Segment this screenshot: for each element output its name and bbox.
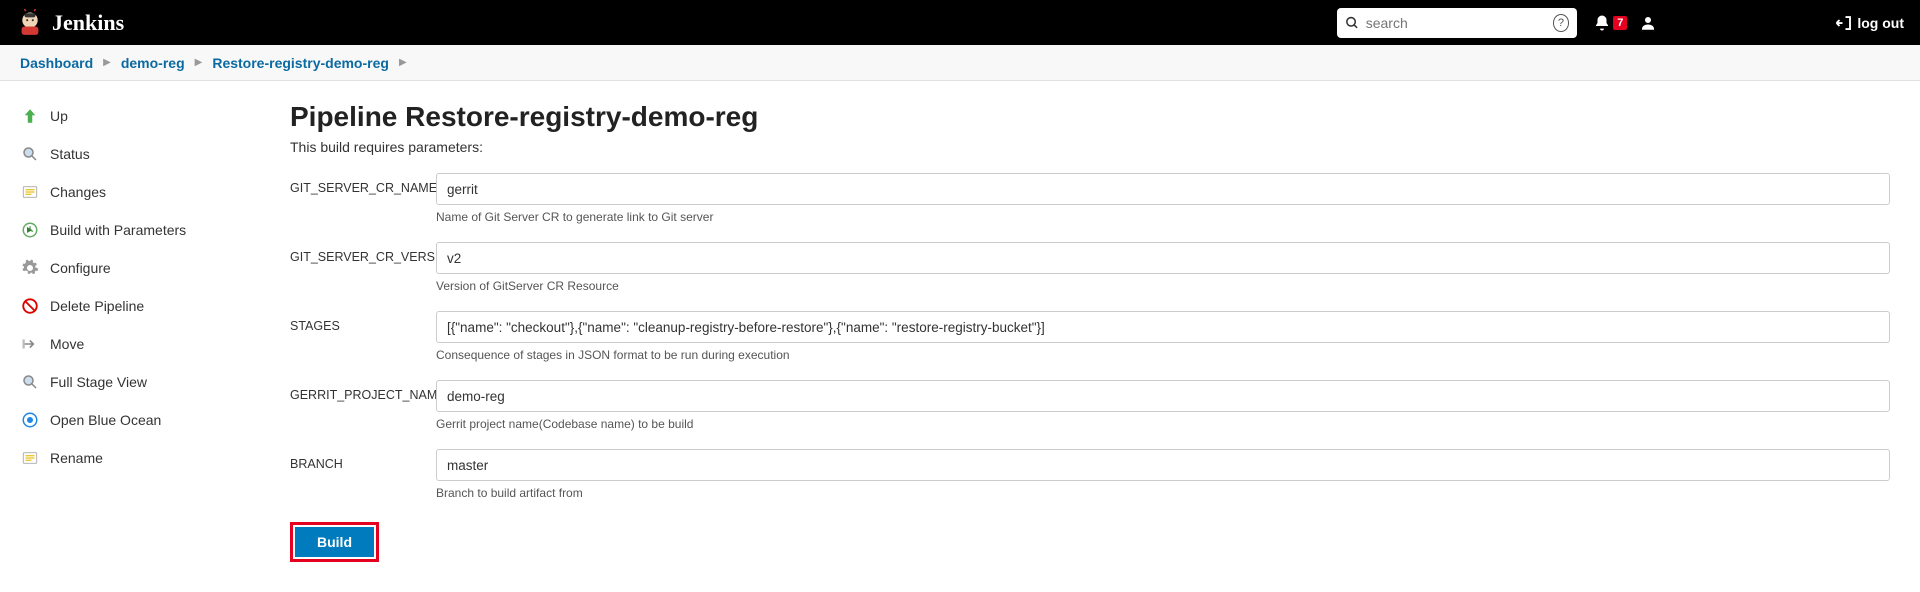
sidebar-item-label: Rename (50, 450, 103, 466)
breadcrumb-job[interactable]: Restore-registry-demo-reg (212, 55, 389, 71)
sidebar-item-move[interactable]: Move (0, 325, 280, 363)
sidebar: Up Status Changes Build with Parameters … (0, 81, 280, 592)
param-input-stages[interactable] (436, 311, 1890, 343)
notepad-icon (20, 448, 40, 468)
param-label: GERRIT_PROJECT_NAME (290, 380, 430, 402)
page-subtitle: This build requires parameters: (290, 139, 1890, 155)
search-icon (1345, 15, 1360, 31)
magnifier-icon (20, 144, 40, 164)
build-button[interactable]: Build (295, 527, 374, 557)
param-label: GIT_SERVER_CR_NAME (290, 173, 430, 195)
sidebar-item-label: Move (50, 336, 84, 352)
notifications-button[interactable]: 7 (1593, 14, 1627, 32)
param-help: Branch to build artifact from (436, 486, 1890, 500)
sidebar-item-label: Up (50, 108, 68, 124)
chevron-right-icon: ▶ (103, 57, 111, 68)
notepad-icon (20, 182, 40, 202)
chevron-right-icon: ▶ (399, 57, 407, 68)
param-label: GIT_SERVER_CR_VERSION (290, 242, 430, 264)
search-help-icon[interactable]: ? (1553, 14, 1570, 32)
sidebar-item-up[interactable]: Up (0, 97, 280, 135)
sidebar-item-label: Open Blue Ocean (50, 412, 161, 428)
sidebar-item-label: Status (50, 146, 90, 162)
param-help: Consequence of stages in JSON format to … (436, 348, 1890, 362)
breadcrumb-demo-reg[interactable]: demo-reg (121, 55, 185, 71)
sidebar-item-configure[interactable]: Configure (0, 249, 280, 287)
sidebar-item-build-with-params[interactable]: Build with Parameters (0, 211, 280, 249)
up-arrow-icon (20, 106, 40, 126)
person-icon (1639, 14, 1657, 32)
param-label: BRANCH (290, 449, 430, 471)
user-menu[interactable] (1639, 14, 1657, 32)
sidebar-item-label: Full Stage View (50, 374, 147, 390)
notifications-count: 7 (1613, 16, 1627, 30)
content: Pipeline Restore-registry-demo-reg This … (280, 81, 1920, 592)
clock-play-icon (20, 220, 40, 240)
gear-icon (20, 258, 40, 278)
sidebar-item-label: Configure (50, 260, 111, 276)
param-input-gerrit-project-name[interactable] (436, 380, 1890, 412)
prohibited-icon (20, 296, 40, 316)
jenkins-head-icon (16, 9, 44, 37)
breadcrumbs: Dashboard ▶ demo-reg ▶ Restore-registry-… (0, 45, 1920, 81)
build-button-highlight: Build (290, 522, 379, 562)
sidebar-item-full-stage-view[interactable]: Full Stage View (0, 363, 280, 401)
jenkins-logo[interactable]: Jenkins (16, 9, 124, 37)
top-header: Jenkins ? 7 log out (0, 0, 1920, 45)
sidebar-item-changes[interactable]: Changes (0, 173, 280, 211)
logout-icon (1835, 14, 1853, 32)
param-label: STAGES (290, 311, 430, 333)
sidebar-item-label: Build with Parameters (50, 222, 186, 238)
sidebar-item-open-blue-ocean[interactable]: Open Blue Ocean (0, 401, 280, 439)
chevron-right-icon: ▶ (195, 57, 203, 68)
logout-label: log out (1857, 15, 1904, 31)
parameters-form: GIT_SERVER_CR_NAME Name of Git Server CR… (290, 173, 1890, 500)
logout-button[interactable]: log out (1835, 14, 1904, 32)
param-help: Name of Git Server CR to generate link t… (436, 210, 1890, 224)
sidebar-item-label: Delete Pipeline (50, 298, 144, 314)
magnifier-icon (20, 372, 40, 392)
blue-ocean-icon (20, 410, 40, 430)
param-help: Version of GitServer CR Resource (436, 279, 1890, 293)
header-icons: 7 (1593, 11, 1819, 35)
search-input[interactable] (1366, 15, 1547, 31)
param-input-branch[interactable] (436, 449, 1890, 481)
breadcrumb-dashboard[interactable]: Dashboard (20, 55, 93, 71)
search-box[interactable]: ? (1337, 8, 1577, 38)
main-area: Up Status Changes Build with Parameters … (0, 81, 1920, 592)
param-help: Gerrit project name(Codebase name) to be… (436, 417, 1890, 431)
bell-icon (1593, 14, 1611, 32)
param-input-git-server-cr-version[interactable] (436, 242, 1890, 274)
page-title: Pipeline Restore-registry-demo-reg (290, 101, 1890, 133)
jenkins-wordmark: Jenkins (52, 10, 124, 36)
move-icon (20, 334, 40, 354)
sidebar-item-label: Changes (50, 184, 106, 200)
sidebar-item-status[interactable]: Status (0, 135, 280, 173)
sidebar-item-rename[interactable]: Rename (0, 439, 280, 477)
user-name-redacted (1669, 11, 1819, 35)
param-input-git-server-cr-name[interactable] (436, 173, 1890, 205)
sidebar-item-delete-pipeline[interactable]: Delete Pipeline (0, 287, 280, 325)
